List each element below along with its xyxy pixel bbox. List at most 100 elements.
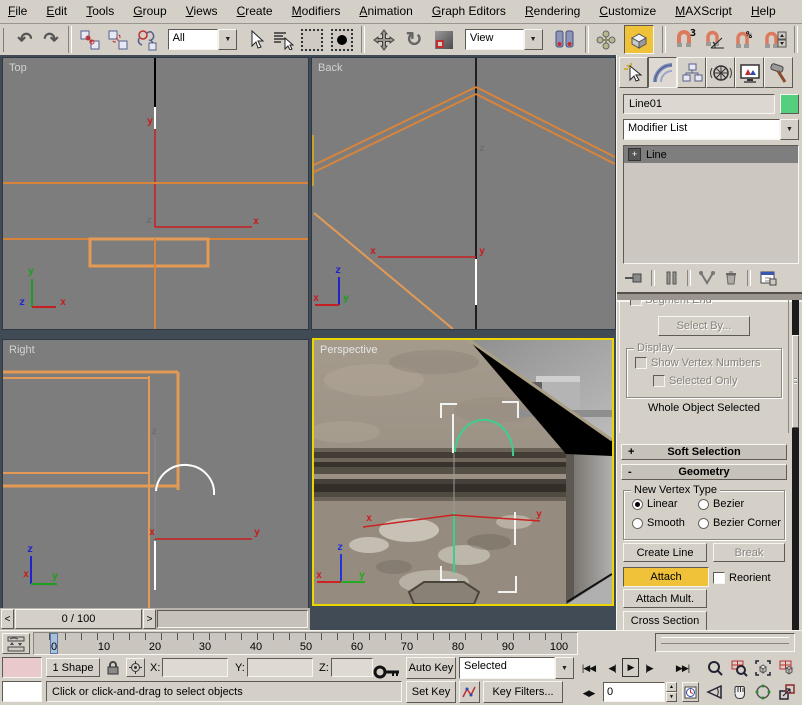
open-mini-curve-editor-button[interactable] xyxy=(2,633,30,654)
remove-modifier-icon[interactable] xyxy=(719,269,743,287)
viewport-right[interactable]: Right z x y z y x xyxy=(2,339,309,609)
y-input[interactable] xyxy=(247,658,313,677)
macro-recorder-minifield[interactable] xyxy=(2,657,42,678)
object-name-field[interactable]: Line01 xyxy=(623,94,775,114)
rectangular-selection-region-icon[interactable] xyxy=(297,27,327,53)
segment-end-checkbox[interactable] xyxy=(630,300,642,307)
select-and-link-icon[interactable] xyxy=(76,27,104,53)
rollout-scrollbar-track[interactable] xyxy=(792,300,799,630)
modifier-stack-list[interactable]: + Line xyxy=(623,145,799,264)
previous-frame-button[interactable]: ◀| xyxy=(603,658,621,678)
time-slider-prev-button[interactable]: < xyxy=(1,609,14,629)
rollout-geometry[interactable]: - Geometry xyxy=(621,464,787,480)
selected-only-checkbox[interactable] xyxy=(653,375,665,387)
angle-snap-toggle-icon[interactable] xyxy=(700,27,730,53)
smooth-radio[interactable] xyxy=(632,517,643,529)
create-line-button[interactable]: Create Line xyxy=(623,543,707,562)
stack-expand-icon[interactable]: + xyxy=(628,148,641,161)
default-in-out-tangents-button[interactable] xyxy=(459,681,480,703)
viewport-top-canvas[interactable]: x z y y x z xyxy=(3,58,308,329)
break-button[interactable]: Break xyxy=(713,543,785,562)
play-button[interactable]: ▶ xyxy=(622,658,639,677)
viewport-perspective-canvas[interactable]: x y z x y xyxy=(314,340,612,604)
arc-rotate-button[interactable] xyxy=(752,681,774,703)
tab-create[interactable] xyxy=(619,57,648,88)
key-filter-set-arrow-icon[interactable]: ▼ xyxy=(555,657,574,679)
lock-selection-icon[interactable] xyxy=(104,658,122,677)
select-and-rotate-icon[interactable]: ↻ xyxy=(399,27,429,53)
configure-modifier-sets-icon[interactable] xyxy=(755,269,781,287)
zoom-extents-button[interactable] xyxy=(752,657,774,679)
trackbar-ruler[interactable]: 0 10 20 30 40 50 60 70 80 90 100 xyxy=(33,632,578,655)
viewport-right-canvas[interactable]: z x y z y x xyxy=(3,340,308,608)
time-slider-track[interactable] xyxy=(157,610,308,628)
menu-animation[interactable]: Animation xyxy=(351,0,420,22)
min-max-toggle-button[interactable] xyxy=(776,681,798,703)
object-color-swatch[interactable] xyxy=(780,94,799,114)
attach-button[interactable]: Attach xyxy=(623,567,709,587)
frame-spin-up-icon[interactable]: ▲ xyxy=(666,682,677,692)
select-object-icon[interactable] xyxy=(243,27,269,53)
percent-snap-toggle-icon[interactable]: % xyxy=(730,27,760,53)
frame-spinner[interactable]: ▲ ▼ xyxy=(666,682,677,703)
pan-button[interactable] xyxy=(728,681,750,703)
listener-minifield[interactable] xyxy=(2,681,42,702)
select-and-move-icon[interactable] xyxy=(369,27,399,53)
time-configuration-button[interactable] xyxy=(682,682,699,702)
menu-file[interactable]: File xyxy=(0,0,35,22)
zoom-button[interactable] xyxy=(704,657,726,679)
time-slider-next-button[interactable]: > xyxy=(143,609,156,629)
modifier-list-combo[interactable]: Modifier List ▼ xyxy=(623,119,799,140)
zoom-extents-all-button[interactable] xyxy=(776,657,798,679)
key-filters-button[interactable]: Key Filters... xyxy=(483,681,563,703)
geometry-collapse-icon[interactable]: - xyxy=(628,465,632,479)
tab-hierarchy[interactable] xyxy=(677,57,706,88)
cross-section-button[interactable]: Cross Section xyxy=(623,611,707,630)
menu-maxscript[interactable]: MAXScript xyxy=(667,0,740,22)
tab-utilities[interactable] xyxy=(764,57,793,88)
spinner-snap-toggle-icon[interactable] xyxy=(760,27,790,53)
viewport-perspective[interactable]: Perspective x y z x y xyxy=(312,338,614,606)
key-mode-toggle-button[interactable]: ◀▶ xyxy=(578,683,599,703)
tab-motion[interactable] xyxy=(706,57,735,88)
go-to-start-button[interactable]: |◀◀ xyxy=(578,658,599,678)
select-and-scale-icon[interactable] xyxy=(429,27,459,53)
tab-display[interactable] xyxy=(735,57,764,88)
make-unique-icon[interactable] xyxy=(695,269,719,287)
menu-modifiers[interactable]: Modifiers xyxy=(284,0,349,22)
unlink-selection-icon[interactable] xyxy=(104,27,132,53)
viewport-back[interactable]: Back z x y z x y xyxy=(311,57,616,330)
auto-key-button[interactable]: Auto Key xyxy=(406,657,456,679)
modifier-stack-row[interactable]: + Line xyxy=(624,146,798,163)
show-vertex-numbers-checkbox[interactable] xyxy=(635,357,647,369)
current-frame-field[interactable] xyxy=(603,682,665,702)
set-key-button[interactable]: Set Key xyxy=(406,681,456,703)
menu-views[interactable]: Views xyxy=(178,0,226,22)
reorient-checkbox[interactable] xyxy=(713,572,725,584)
x-input[interactable] xyxy=(162,658,228,677)
time-slider-grip[interactable]: 0 / 100 xyxy=(15,609,142,629)
redo-icon[interactable]: ↷ xyxy=(38,27,64,53)
snaps-toggle-3d-icon[interactable]: 3 xyxy=(670,27,700,53)
pin-stack-icon[interactable] xyxy=(621,269,647,287)
tab-modify[interactable] xyxy=(648,57,677,88)
keyboard-shortcut-override-toggle[interactable] xyxy=(624,25,655,54)
menu-customize[interactable]: Customize xyxy=(591,0,664,22)
zoom-all-button[interactable] xyxy=(728,657,750,679)
bind-to-space-warp-icon[interactable] xyxy=(132,27,162,53)
go-to-end-button[interactable]: ▶▶| xyxy=(671,658,694,678)
menu-tools[interactable]: Tools xyxy=(78,0,122,22)
z-input[interactable] xyxy=(331,658,373,677)
modifier-list-arrow-icon[interactable]: ▼ xyxy=(780,119,799,140)
coordsys-arrow-icon[interactable]: ▼ xyxy=(523,29,543,50)
rollout-soft-selection[interactable]: + Soft Selection xyxy=(621,444,787,460)
selection-filter-arrow-icon[interactable]: ▼ xyxy=(218,29,238,50)
next-frame-button[interactable]: |▶ xyxy=(640,658,658,678)
rollout-scrollbar-thumb[interactable] xyxy=(792,335,799,428)
reference-coordsys-combo[interactable]: View ▼ xyxy=(464,29,543,50)
use-pivot-center-icon[interactable] xyxy=(549,27,581,53)
frame-spin-down-icon[interactable]: ▼ xyxy=(666,692,677,702)
absolute-offset-toggle[interactable] xyxy=(126,658,145,677)
window-crossing-icon[interactable] xyxy=(327,27,357,53)
set-keys-key-icon[interactable] xyxy=(372,661,402,683)
